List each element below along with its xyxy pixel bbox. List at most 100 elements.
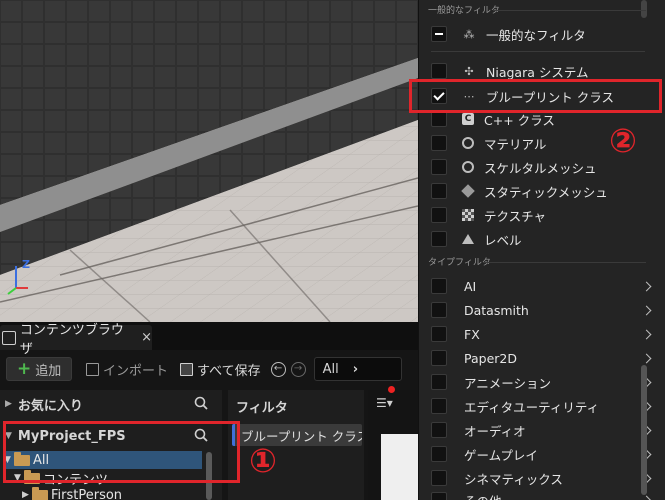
filter-item-label: スタティックメッシュ <box>484 184 608 200</box>
checkbox[interactable] <box>431 350 447 366</box>
filter-category-editor-utility[interactable]: エディタユーティリティ <box>419 394 665 418</box>
filter-category-label: Paper2D <box>464 350 517 366</box>
filter-item-label: テクスチャ <box>484 208 547 224</box>
filter-category-label: ゲームプレイ <box>464 447 538 463</box>
tree-item-firstperson[interactable]: ▶ FirstPerson <box>22 486 220 500</box>
import-label: インポート <box>103 363 169 379</box>
chevron-right-icon: › <box>352 361 359 377</box>
path-label: All <box>322 361 339 377</box>
checkbox[interactable] <box>431 26 447 42</box>
filter-category-gameplay[interactable]: ゲームプレイ <box>419 442 665 466</box>
menu-divider <box>431 51 645 52</box>
common-filters-group-header: 一般的なフィルタ <box>419 3 665 17</box>
filter-item-static-mesh[interactable]: スタティックメッシュ <box>419 179 665 203</box>
tab-label: コンテンツブラウザ <box>19 322 124 357</box>
level-icon <box>462 234 474 244</box>
forward-arrow-icon[interactable]: → <box>290 361 306 377</box>
filter-category-label: アニメーション <box>464 375 552 391</box>
checkbox[interactable] <box>431 446 447 462</box>
annotation-number-2: ② <box>609 121 637 160</box>
filter-category-audio[interactable]: オーディオ <box>419 418 665 442</box>
niagara-icon: ✣ <box>464 64 474 78</box>
checkbox[interactable] <box>431 326 447 342</box>
checkbox[interactable] <box>431 278 447 294</box>
skeletal-mesh-icon <box>462 161 474 173</box>
checkbox[interactable] <box>431 183 447 199</box>
save-all-button[interactable]: すべて保存 <box>180 360 261 379</box>
common-filter-icon: ⁂ <box>463 27 475 41</box>
material-icon <box>462 137 474 149</box>
type-filters-group-header: タイプフィルタ <box>419 255 665 269</box>
group-divider <box>483 262 646 263</box>
content-browser-tabbar: コンテンツブラウザ × <box>0 322 418 357</box>
filter-item-level[interactable]: レベル <box>419 227 665 251</box>
checkbox[interactable] <box>431 231 447 247</box>
folder-icon <box>32 486 48 500</box>
filter-item-common[interactable]: ⁂ 一般的なフィルタ <box>419 22 665 46</box>
checkbox[interactable] <box>431 63 447 79</box>
checkbox[interactable] <box>431 135 447 151</box>
search-icon[interactable] <box>194 396 208 410</box>
plus-icon: + <box>17 358 32 379</box>
filter-category-label: その他 <box>464 491 502 500</box>
checkbox[interactable] <box>431 111 447 127</box>
tree-item-label: FirstPerson <box>51 487 123 500</box>
add-label: 追加 <box>35 363 62 379</box>
view-options-icon[interactable]: ☰▾ <box>376 386 395 410</box>
filter-category-cinematics[interactable]: シネマティックス <box>419 466 665 490</box>
checkbox[interactable] <box>431 302 447 318</box>
expand-arrow-icon: ▶ <box>22 490 29 500</box>
chevron-right-icon <box>643 279 650 294</box>
filter-category-label: エディタユーティリティ <box>464 399 600 415</box>
annotation-box-2 <box>409 79 662 113</box>
filter-item-label: 一般的なフィルタ <box>486 27 586 43</box>
menu-scrollbar[interactable] <box>641 365 647 495</box>
filter-category-ai[interactable]: AI <box>419 274 665 298</box>
expand-arrow-icon: ▶ <box>5 399 12 409</box>
cpp-class-icon: C <box>462 113 474 125</box>
annotation-number-1: ① <box>249 441 277 480</box>
chevron-right-icon <box>643 351 650 366</box>
add-button[interactable]: + 追加 <box>6 357 72 381</box>
filter-category-animation[interactable]: アニメーション <box>419 370 665 394</box>
path-breadcrumb[interactable]: All › <box>313 357 402 381</box>
checkbox[interactable] <box>431 398 447 414</box>
filter-category-fx[interactable]: FX <box>419 322 665 346</box>
annotation-box-1 <box>3 421 240 483</box>
save-icon <box>180 362 194 376</box>
filter-category-label: Datasmith <box>464 302 529 318</box>
static-mesh-icon <box>461 184 475 198</box>
chevron-right-icon <box>643 303 650 318</box>
filter-dropdown-menu: 一般的なフィルタ ⁂ 一般的なフィルタ ✣ Niagara システム ⋯ ブルー… <box>418 0 665 500</box>
level-viewport[interactable]: Z <box>0 0 418 322</box>
import-button[interactable]: インポート <box>86 360 168 379</box>
import-icon <box>86 362 99 376</box>
checkbox[interactable] <box>431 470 447 486</box>
asset-view: ☰▾ <box>368 386 419 500</box>
favorites-header[interactable]: ▶ お気に入り <box>0 390 222 418</box>
checkbox[interactable] <box>431 422 447 438</box>
checkbox[interactable] <box>431 159 447 175</box>
back-arrow-icon[interactable]: ← <box>270 361 286 377</box>
favorites-label: お気に入り <box>17 398 83 414</box>
filter-item-label: スケルタルメッシュ <box>484 160 597 176</box>
checkbox[interactable] <box>431 374 447 390</box>
filter-item-label: Niagara システム <box>486 64 589 80</box>
save-all-label: すべて保存 <box>197 363 261 379</box>
chevron-right-icon <box>643 327 650 342</box>
axis-z-label: Z <box>22 258 30 271</box>
asset-thumbnail[interactable] <box>381 434 419 500</box>
filter-category-label: シネマティックス <box>464 471 563 487</box>
tab-close-icon[interactable]: × <box>141 330 152 345</box>
filter-category-paper2d[interactable]: Paper2D <box>419 346 665 370</box>
checkbox[interactable] <box>431 492 447 500</box>
filter-item-label: マテリアル <box>484 136 547 152</box>
filter-category-datasmith[interactable]: Datasmith <box>419 298 665 322</box>
tab-content-browser[interactable]: コンテンツブラウザ × <box>0 323 152 357</box>
notification-dot <box>388 386 395 393</box>
filter-item-texture[interactable]: テクスチャ <box>419 203 665 227</box>
viewport-scene <box>0 0 418 322</box>
content-browser-icon <box>2 330 16 345</box>
checkbox[interactable] <box>431 207 447 223</box>
filter-category-other[interactable]: その他 <box>419 488 665 500</box>
